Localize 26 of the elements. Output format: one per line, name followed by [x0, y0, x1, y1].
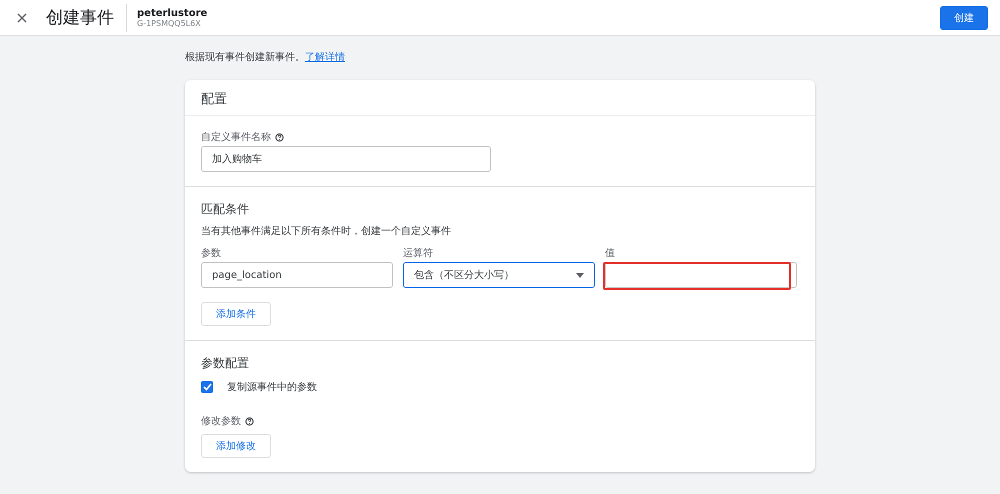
close-icon	[17, 12, 27, 22]
section-description: 当有其他事件满足以下所有条件时，创建一个自定义事件	[201, 224, 452, 238]
section-title: 参数配置	[201, 355, 250, 372]
checkbox[interactable]	[201, 381, 213, 393]
help-icon[interactable]	[245, 416, 254, 426]
add-modification-button[interactable]: 添加修改	[201, 434, 271, 458]
learn-more-link[interactable]: 了解详情	[305, 52, 345, 63]
property-name: peterlustore	[137, 8, 208, 18]
field-label: 自定义事件名称	[201, 130, 271, 144]
field-label: 参数	[201, 246, 221, 260]
property-id: G-1PSMQQ5L6X	[137, 18, 202, 28]
page-title: 创建事件	[46, 7, 114, 29]
card-title: 配置	[201, 92, 227, 107]
dropdown-arrow-icon	[576, 272, 584, 278]
event-name-field[interactable]: 加入购物车	[201, 146, 491, 172]
intro-text: 根据现有事件创建新事件。	[185, 52, 305, 63]
operator-dropdown[interactable]: 包含（不区分大小写）	[403, 262, 595, 288]
help-icon[interactable]	[275, 132, 284, 142]
add-condition-button[interactable]: 添加条件	[201, 302, 271, 326]
field-label: 值	[605, 247, 615, 260]
field-label: 运算符	[403, 246, 433, 260]
section-title: 匹配条件	[201, 201, 250, 218]
checkbox-label: 复制源事件中的参数	[227, 380, 317, 394]
input-field[interactable]: page_location	[201, 262, 393, 288]
create-button[interactable]: 创建	[940, 6, 988, 30]
field-label: 修改参数	[201, 414, 241, 428]
